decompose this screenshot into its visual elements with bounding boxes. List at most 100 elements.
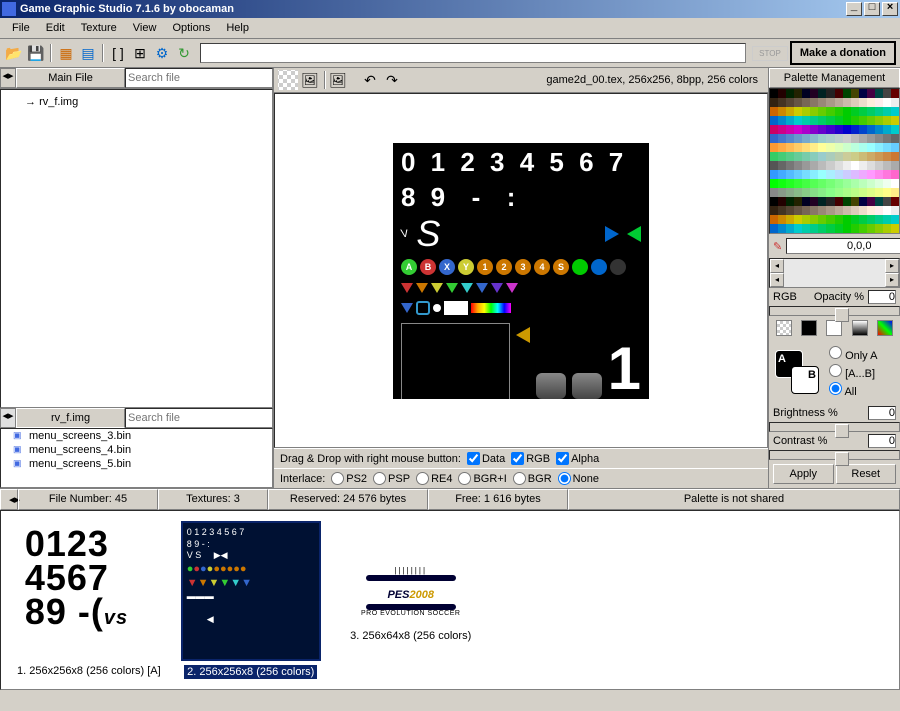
tree-item[interactable]: rv_f.img [5,94,268,110]
radio-bgr[interactable]: BGR [513,472,552,485]
status-spin[interactable]: ◂▸ [0,489,18,510]
opacity-slider[interactable] [769,306,900,316]
menubar: File Edit Texture View Options Help [0,18,900,39]
texture-canvas[interactable]: 0 1 2 3 4 5 6 7 8 9 - : VS A B X Y 1 2 3… [274,93,768,448]
center-panel: 🖼 🖼 ↶ ↷ game2d_00.tex, 256x256, 8bpp, 25… [274,68,768,488]
address-input[interactable] [200,43,746,63]
apply-button[interactable]: Apply [773,464,834,484]
list-item[interactable]: menu_screens_4.bin [1,443,272,457]
drag-options: Drag & Drop with right mouse button: Dat… [274,448,768,468]
brightness-label: Brightness % [773,407,864,419]
menu-options[interactable]: Options [164,20,218,36]
status-reserved: Reserved: 24 576 bytes [268,489,428,510]
radio-none[interactable]: None [558,472,599,485]
status-textures: Textures: 3 [158,489,268,510]
drag-label: Drag & Drop with right mouse button: [280,453,461,465]
palette-grid[interactable] [769,88,900,234]
thumbnail-2[interactable]: 0 1 2 3 4 5 6 78 9 - :V S ▶◀ ●●●●●●●●● ▼… [181,521,321,679]
minimize-button[interactable]: _ [846,2,862,16]
stop-button[interactable]: STOP [752,46,788,61]
main-file-header[interactable]: Main File [16,68,125,88]
redo-icon[interactable]: ↷ [382,70,402,90]
radio-psp[interactable]: PSP [373,472,410,485]
right-panel: Palette Management ✎ ✎ ◂◂ ▸▸ RGB Opacity… [768,68,900,488]
sub-search-input[interactable] [125,408,273,428]
close-button[interactable]: × [882,2,898,16]
titlebar: Game Graphic Studio 7.1.6 by obocaman _ … [0,0,900,18]
radio-only-a[interactable]: Only A [829,346,877,362]
status-bar: ◂▸ File Number: 45 Textures: 3 Reserved:… [0,489,900,510]
checkbox-rgb[interactable]: RGB [511,452,550,465]
swatch-white[interactable] [826,320,842,336]
list-item[interactable]: menu_screens_5.bin [1,457,272,471]
scroll-right-up[interactable]: ▸ [885,259,899,273]
scroll-left-down[interactable]: ◂ [770,273,784,287]
status-free: Free: 1 616 bytes [428,489,568,510]
menu-help[interactable]: Help [218,20,257,36]
swatch-black[interactable] [801,320,817,336]
refresh-icon[interactable]: ↻ [174,43,194,63]
thumbnail-strip: 0123 4567 89 -(vs 1. 256x256x8 (256 colo… [0,510,900,690]
radio-all[interactable]: All [829,382,877,398]
sub-current-file[interactable]: rv_f.img [16,408,125,428]
color-value-input[interactable] [786,238,900,254]
contrast-label: Contrast % [773,435,864,447]
rgb-label: RGB [773,291,810,303]
image2-icon[interactable]: 🖼 [328,70,348,90]
opacity-input[interactable] [868,290,896,304]
thumbnail-3[interactable]: |||||||| PES2008 PRO EVOLUTION SOCCER 3.… [341,521,481,679]
reset-button[interactable]: Reset [836,464,897,484]
brightness-slider[interactable] [769,422,900,432]
texture-info: game2d_00.tex, 256x256, 8bpp, 256 colors [404,74,764,86]
color-preview [784,259,885,287]
scroll-left-up[interactable]: ◂ [770,259,784,273]
eyedropper-a-icon[interactable]: ✎ [773,240,782,253]
tool-icon[interactable]: ⊞ [130,43,150,63]
undo-icon[interactable]: ↶ [360,70,380,90]
ab-selector[interactable]: A B [775,350,819,394]
swatch-rainbow[interactable] [877,320,893,336]
opacity-label: Opacity % [814,291,864,303]
swatch-gray[interactable] [852,320,868,336]
radio-a-b[interactable]: [A...B] [829,364,877,380]
maximize-button[interactable]: □ [864,2,880,16]
contrast-slider[interactable] [769,450,900,460]
radio-re4[interactable]: RE4 [416,472,452,485]
image-icon[interactable]: 🖼 [300,70,320,90]
spin-control[interactable]: ◂▸ [0,68,16,88]
menu-file[interactable]: File [4,20,38,36]
file-tree[interactable]: rv_f.img [0,89,273,408]
interlace-options: Interlace: PS2 PSP RE4 BGR+I BGR None [274,468,768,488]
checkbox-alpha[interactable]: Alpha [556,452,599,465]
checkbox-data[interactable]: Data [467,452,505,465]
thumbnail-1[interactable]: 0123 4567 89 -(vs 1. 256x256x8 (256 colo… [17,521,161,679]
scroll-right-down[interactable]: ▸ [885,273,899,287]
transparency-icon[interactable] [278,70,298,90]
thumb-label: 2. 256x256x8 (256 colors) [184,665,317,679]
window-title: Game Graphic Studio 7.1.6 by obocaman [20,3,844,15]
radio-ps2[interactable]: PS2 [331,472,367,485]
sub-spin[interactable]: ◂▸ [0,408,16,428]
open-icon[interactable]: 📂 [4,43,24,63]
grid-icon[interactable]: ▦ [56,43,76,63]
menu-texture[interactable]: Texture [73,20,125,36]
donate-button[interactable]: Make a donation [790,41,896,65]
app-icon [2,2,16,16]
bracket-icon[interactable]: [ ] [108,43,128,63]
brightness-input[interactable] [868,406,896,420]
search-file-input[interactable] [125,68,273,88]
status-file-number: File Number: 45 [18,489,158,510]
menu-edit[interactable]: Edit [38,20,73,36]
left-panel: ◂▸ Main File rv_f.img ◂▸ rv_f.img menu_s… [0,68,274,488]
list-item[interactable]: menu_screens_3.bin [1,429,272,443]
table-icon[interactable]: ▤ [78,43,98,63]
sub-file-list[interactable]: menu_screens_3.bin menu_screens_4.bin me… [0,428,273,488]
main-toolbar: 📂 💾 ▦ ▤ [ ] ⊞ ⚙ ↻ STOP Make a donation [0,39,900,68]
radio-bgri[interactable]: BGR+I [458,472,506,485]
save-icon[interactable]: 💾 [26,43,46,63]
texture-preview: 0 1 2 3 4 5 6 7 8 9 - : VS A B X Y 1 2 3… [393,143,649,399]
contrast-input[interactable] [868,434,896,448]
swatch-transparent[interactable] [776,320,792,336]
menu-view[interactable]: View [125,20,165,36]
gear-icon[interactable]: ⚙ [152,43,172,63]
